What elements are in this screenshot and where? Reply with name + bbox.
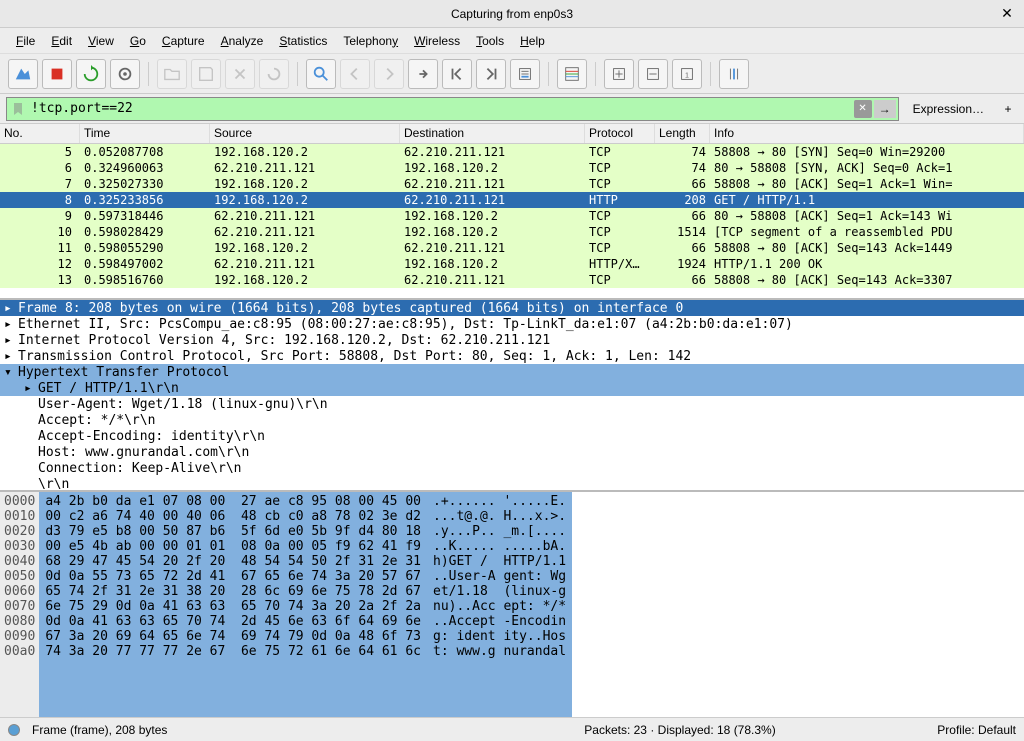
save-button bbox=[191, 59, 221, 89]
expand-icon[interactable]: ▸ bbox=[4, 301, 18, 316]
col-header-source[interactable]: Source bbox=[210, 124, 400, 143]
menu-go[interactable]: Go bbox=[124, 32, 152, 50]
hex-ascii[interactable]: .+...... '.....E....t@.@. H...x.>..y...P… bbox=[427, 492, 572, 717]
col-header-destination[interactable]: Destination bbox=[400, 124, 585, 143]
toolbar-separator bbox=[595, 62, 596, 86]
packet-details-pane[interactable]: ▸Frame 8: 208 bytes on wire (1664 bits),… bbox=[0, 298, 1024, 490]
menu-tools[interactable]: Tools bbox=[470, 32, 510, 50]
col-header-length[interactable]: Length bbox=[655, 124, 710, 143]
packet-list-header[interactable]: No. Time Source Destination Protocol Len… bbox=[0, 124, 1024, 144]
menu-telephony[interactable]: Telephony bbox=[337, 32, 404, 50]
statusbar: Frame (frame), 208 bytes Packets: 23 · D… bbox=[0, 717, 1024, 741]
packet-bytes-pane[interactable]: 0000001000200030004000500060007000800090… bbox=[0, 490, 1024, 717]
go-last-button[interactable] bbox=[476, 59, 506, 89]
tree-http-conn[interactable]: Connection: Keep-Alive\r\n bbox=[0, 460, 1024, 476]
expand-icon[interactable]: ▸ bbox=[24, 381, 38, 396]
menu-capture[interactable]: Capture bbox=[156, 32, 211, 50]
stop-capture-button[interactable] bbox=[42, 59, 72, 89]
auto-scroll-button[interactable] bbox=[510, 59, 540, 89]
toolbar-separator bbox=[297, 62, 298, 86]
titlebar: Capturing from enp0s3 ✕ bbox=[0, 0, 1024, 28]
menu-help[interactable]: Help bbox=[514, 32, 551, 50]
status-packets: Packets: 23 · Displayed: 18 (78.3%) bbox=[464, 723, 896, 737]
hex-bytes[interactable]: a4 2b b0 da e1 07 08 00 27 ae c8 95 08 0… bbox=[39, 492, 427, 717]
restart-capture-button[interactable] bbox=[76, 59, 106, 89]
bookmark-icon[interactable] bbox=[11, 102, 25, 116]
tree-ethernet[interactable]: ▸Ethernet II, Src: PcsCompu_ae:c8:95 (08… bbox=[0, 316, 1024, 332]
tree-http-enc[interactable]: Accept-Encoding: identity\r\n bbox=[0, 428, 1024, 444]
packet-list-pane: No. Time Source Destination Protocol Len… bbox=[0, 124, 1024, 298]
expand-icon[interactable]: ▸ bbox=[4, 333, 18, 348]
hex-offsets: 0000001000200030004000500060007000800090… bbox=[0, 492, 39, 717]
tree-http-ua[interactable]: User-Agent: Wget/1.18 (linux-gnu)\r\n bbox=[0, 396, 1024, 412]
tree-http[interactable]: ▾Hypertext Transfer Protocol bbox=[0, 364, 1024, 380]
menu-statistics[interactable]: Statistics bbox=[273, 32, 333, 50]
capture-options-button[interactable] bbox=[110, 59, 140, 89]
zoom-reset-button[interactable]: 1 bbox=[672, 59, 702, 89]
tree-http-accept[interactable]: Accept: */*\r\n bbox=[0, 412, 1024, 428]
zoom-in-button[interactable] bbox=[604, 59, 634, 89]
status-left: Frame (frame), 208 bytes bbox=[32, 723, 464, 737]
close-file-button bbox=[225, 59, 255, 89]
packet-row[interactable]: 70.325027330192.168.120.262.210.211.121T… bbox=[0, 176, 1024, 192]
go-back-button bbox=[340, 59, 370, 89]
filter-input-container: ✕ → bbox=[6, 97, 899, 121]
col-header-info[interactable]: Info bbox=[710, 124, 1024, 143]
toolbar: 1 bbox=[0, 54, 1024, 94]
packet-row[interactable]: 60.32496006362.210.211.121192.168.120.2T… bbox=[0, 160, 1024, 176]
expert-info-icon[interactable] bbox=[8, 724, 20, 736]
tree-tcp[interactable]: ▸Transmission Control Protocol, Src Port… bbox=[0, 348, 1024, 364]
expression-button[interactable]: Expression… bbox=[903, 100, 994, 118]
col-header-no[interactable]: No. bbox=[0, 124, 80, 143]
tree-http-host[interactable]: Host: www.gnurandal.com\r\n bbox=[0, 444, 1024, 460]
expand-icon[interactable]: ▸ bbox=[4, 349, 18, 364]
packet-list-body[interactable]: 50.052087708192.168.120.262.210.211.121T… bbox=[0, 144, 1024, 298]
expand-icon[interactable]: ▸ bbox=[4, 317, 18, 332]
packet-row[interactable]: 110.598055290192.168.120.262.210.211.121… bbox=[0, 240, 1024, 256]
menu-analyze[interactable]: Analyze bbox=[215, 32, 270, 50]
menubar: File Edit View Go Capture Analyze Statis… bbox=[0, 28, 1024, 54]
apply-filter-icon[interactable]: → bbox=[874, 100, 896, 118]
find-button[interactable] bbox=[306, 59, 336, 89]
add-filter-button[interactable]: + bbox=[998, 100, 1018, 118]
shark-icon[interactable] bbox=[8, 59, 38, 89]
packet-row[interactable]: 80.325233856192.168.120.262.210.211.121H… bbox=[0, 192, 1024, 208]
window-title: Capturing from enp0s3 bbox=[451, 7, 573, 21]
toolbar-separator bbox=[710, 62, 711, 86]
go-first-button[interactable] bbox=[442, 59, 472, 89]
svg-text:1: 1 bbox=[685, 70, 689, 79]
close-icon[interactable]: ✕ bbox=[998, 4, 1016, 22]
resize-columns-button[interactable] bbox=[719, 59, 749, 89]
menu-wireless[interactable]: Wireless bbox=[408, 32, 466, 50]
packet-row[interactable]: 120.59849700262.210.211.121192.168.120.2… bbox=[0, 256, 1024, 272]
packet-row[interactable]: 50.052087708192.168.120.262.210.211.121T… bbox=[0, 144, 1024, 160]
zoom-out-button[interactable] bbox=[638, 59, 668, 89]
packet-row[interactable]: 100.59802842962.210.211.121192.168.120.2… bbox=[0, 224, 1024, 240]
tree-ip[interactable]: ▸Internet Protocol Version 4, Src: 192.1… bbox=[0, 332, 1024, 348]
tree-http-end[interactable]: \r\n bbox=[0, 476, 1024, 490]
open-file-button bbox=[157, 59, 187, 89]
col-header-time[interactable]: Time bbox=[80, 124, 210, 143]
go-forward-button bbox=[374, 59, 404, 89]
toolbar-separator bbox=[148, 62, 149, 86]
collapse-icon[interactable]: ▾ bbox=[4, 365, 18, 380]
col-header-protocol[interactable]: Protocol bbox=[585, 124, 655, 143]
go-to-packet-button[interactable] bbox=[408, 59, 438, 89]
toolbar-separator bbox=[548, 62, 549, 86]
filter-bar: ✕ → Expression… + bbox=[0, 94, 1024, 124]
packet-row[interactable]: 90.59731844662.210.211.121192.168.120.2T… bbox=[0, 208, 1024, 224]
packet-row[interactable]: 130.598516760192.168.120.262.210.211.121… bbox=[0, 272, 1024, 288]
clear-filter-icon[interactable]: ✕ bbox=[854, 100, 872, 118]
menu-file[interactable]: File bbox=[10, 32, 41, 50]
tree-frame-summary[interactable]: ▸Frame 8: 208 bytes on wire (1664 bits),… bbox=[0, 300, 1024, 316]
tree-http-get[interactable]: ▸GET / HTTP/1.1\r\n bbox=[0, 380, 1024, 396]
status-profile[interactable]: Profile: Default bbox=[896, 723, 1016, 737]
menu-edit[interactable]: Edit bbox=[45, 32, 78, 50]
colorize-button[interactable] bbox=[557, 59, 587, 89]
display-filter-input[interactable] bbox=[27, 101, 854, 116]
menu-view[interactable]: View bbox=[82, 32, 120, 50]
reload-button bbox=[259, 59, 289, 89]
